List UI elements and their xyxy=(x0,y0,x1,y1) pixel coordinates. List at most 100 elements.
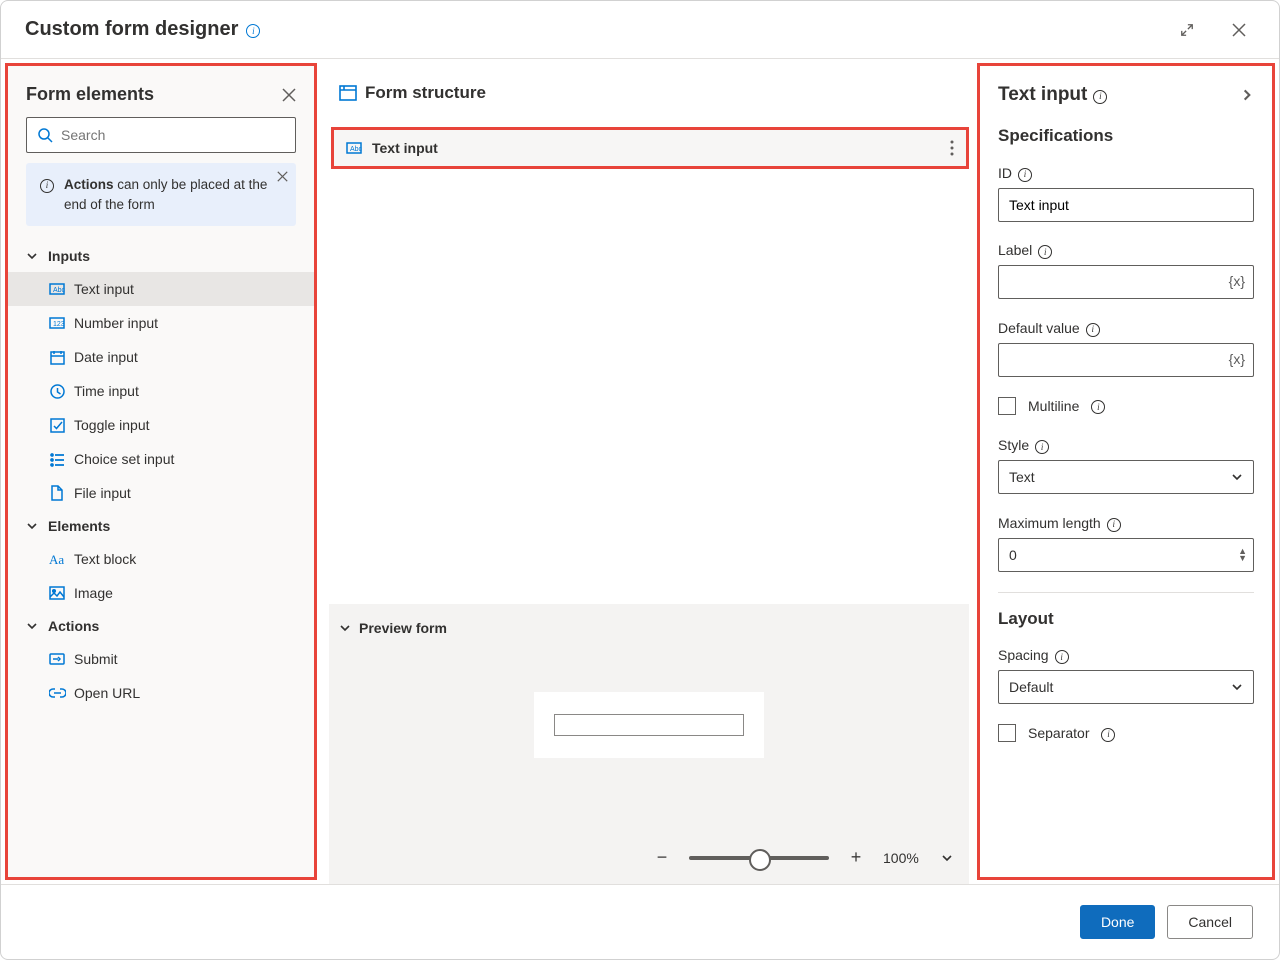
zoom-out-button[interactable]: − xyxy=(651,847,673,868)
tree-section-actions[interactable]: Actions xyxy=(8,610,314,642)
file-icon xyxy=(48,485,66,501)
link-icon xyxy=(48,687,66,699)
tree-item-image[interactable]: Image xyxy=(8,576,314,610)
field-spacing: Spacingi Default xyxy=(998,647,1254,705)
preview-panel: Preview form − + 100% xyxy=(329,604,969,884)
tree-item-open-url[interactable]: Open URL xyxy=(8,676,314,710)
zoom-in-button[interactable]: + xyxy=(845,847,867,868)
style-label: Style xyxy=(998,437,1029,453)
info-icon[interactable]: i xyxy=(1093,86,1107,104)
default-input[interactable]: {x} xyxy=(998,343,1254,377)
text-input-icon: Abc xyxy=(346,141,362,155)
chevron-down-icon[interactable] xyxy=(941,852,953,864)
tree-item-date-input[interactable]: Date input xyxy=(8,340,314,374)
expand-icon[interactable] xyxy=(1171,14,1203,46)
tree-item-file-input[interactable]: File input xyxy=(8,476,314,510)
more-icon[interactable] xyxy=(950,140,954,156)
window: Custom form designer i Form elements xyxy=(0,0,1280,960)
tree-item-label: Open URL xyxy=(74,685,140,701)
tree-item-label: Choice set input xyxy=(74,451,174,467)
tree-section-inputs[interactable]: Inputs xyxy=(8,240,314,272)
preview-heading[interactable]: Preview form xyxy=(329,604,969,652)
tree-item-choice-set-input[interactable]: Choice set input xyxy=(8,442,314,476)
zoom-slider[interactable] xyxy=(689,856,829,860)
section-label: Inputs xyxy=(48,248,90,264)
page-title: Custom form designer xyxy=(25,18,238,41)
tree-item-submit[interactable]: Submit xyxy=(8,642,314,676)
search-input[interactable] xyxy=(26,117,296,153)
zoom-bar: − + 100% xyxy=(329,837,969,884)
close-panel-icon[interactable] xyxy=(282,88,296,102)
banner-text: Actions can only be placed at the end of… xyxy=(64,175,282,214)
center-column: Form structure Abc Text input Preview fo… xyxy=(321,59,977,884)
tree-item-number-input[interactable]: 123Number input xyxy=(8,306,314,340)
footer: Done Cancel xyxy=(1,884,1279,959)
image-icon xyxy=(48,586,66,600)
dismiss-banner-icon[interactable] xyxy=(277,171,288,182)
search-field[interactable] xyxy=(61,127,285,143)
chevron-down-icon xyxy=(1231,681,1243,693)
chevron-right-icon[interactable] xyxy=(1240,88,1254,102)
number-input-icon: 123 xyxy=(48,316,66,330)
maxlength-label: Maximum length xyxy=(998,515,1101,531)
tree-item-label: Toggle input xyxy=(74,417,150,433)
text-block-icon: Aa xyxy=(48,552,66,566)
chevron-down-icon xyxy=(26,520,38,532)
structure-item-text-input[interactable]: Abc Text input xyxy=(331,127,969,169)
form-icon xyxy=(339,85,357,101)
info-icon[interactable]: i xyxy=(1055,647,1069,665)
multiline-label: Multiline xyxy=(1028,398,1079,414)
info-icon[interactable]: i xyxy=(1101,724,1115,742)
zoom-label: 100% xyxy=(883,850,925,866)
tree-item-time-input[interactable]: Time input xyxy=(8,374,314,408)
variable-icon[interactable]: {x} xyxy=(1221,273,1253,291)
section-label: Actions xyxy=(48,618,99,634)
multiline-checkbox[interactable]: Multiline i xyxy=(998,397,1254,415)
tree-item-label: Date input xyxy=(74,349,138,365)
info-icon[interactable]: i xyxy=(246,21,260,39)
info-icon[interactable]: i xyxy=(1038,242,1052,260)
done-button[interactable]: Done xyxy=(1080,905,1155,939)
info-icon[interactable]: i xyxy=(1107,514,1121,532)
info-icon: i xyxy=(40,175,54,193)
label-input[interactable]: {x} xyxy=(998,265,1254,299)
preview-card xyxy=(534,692,764,758)
info-banner: i Actions can only be placed at the end … xyxy=(26,163,296,226)
layout-heading: Layout xyxy=(998,609,1254,629)
close-icon[interactable] xyxy=(1223,14,1255,46)
id-input[interactable] xyxy=(998,188,1254,222)
preview-text-input[interactable] xyxy=(554,714,744,736)
default-label: Default value xyxy=(998,320,1080,336)
list-icon xyxy=(48,452,66,467)
info-icon[interactable]: i xyxy=(1035,437,1049,455)
spinner-arrows-icon[interactable]: ▲▼ xyxy=(1238,548,1247,562)
tree-item-toggle-input[interactable]: Toggle input xyxy=(8,408,314,442)
form-elements-header: Form elements xyxy=(8,66,314,117)
id-label: ID xyxy=(998,165,1012,181)
structure-item-label: Text input xyxy=(372,140,438,156)
variable-icon[interactable]: {x} xyxy=(1221,351,1253,369)
clock-icon xyxy=(48,384,66,399)
svg-text:Abc: Abc xyxy=(53,287,65,294)
checkbox-icon xyxy=(998,397,1016,415)
spacing-select[interactable]: Default xyxy=(998,670,1254,704)
chevron-down-icon xyxy=(339,622,351,634)
info-icon[interactable]: i xyxy=(1018,164,1032,182)
separator-checkbox[interactable]: Separator i xyxy=(998,724,1254,742)
body: Form elements i Actions can only be plac… xyxy=(1,59,1279,884)
chevron-down-icon xyxy=(1231,471,1243,483)
maxlength-input[interactable]: 0▲▼ xyxy=(998,538,1254,572)
section-label: Elements xyxy=(48,518,110,534)
field-label: Labeli {x} xyxy=(998,242,1254,300)
chevron-down-icon xyxy=(26,250,38,262)
tree-section-elements[interactable]: Elements xyxy=(8,510,314,542)
properties-heading: Text input i xyxy=(998,84,1254,106)
style-select[interactable]: Text xyxy=(998,460,1254,494)
info-icon[interactable]: i xyxy=(1086,319,1100,337)
form-elements-panel: Form elements i Actions can only be plac… xyxy=(5,63,317,880)
cancel-button[interactable]: Cancel xyxy=(1167,905,1253,939)
tree-item-text-block[interactable]: AaText block xyxy=(8,542,314,576)
info-icon[interactable]: i xyxy=(1091,397,1105,415)
tree-item-text-input[interactable]: AbcText input xyxy=(8,272,314,306)
titlebar: Custom form designer i xyxy=(1,1,1279,59)
